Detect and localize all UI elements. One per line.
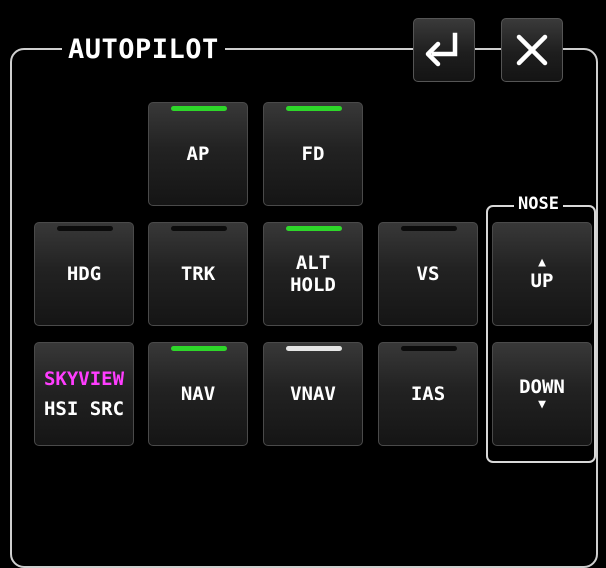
- hdg-button[interactable]: HDG: [34, 222, 134, 326]
- up-arrow-icon: ▲: [538, 255, 546, 270]
- hsi-source-button[interactable]: SKYVIEW HSI SRC: [34, 342, 134, 446]
- fd-active-indicator: [286, 106, 342, 111]
- nose-down-button[interactable]: DOWN ▼: [492, 342, 592, 446]
- nose-up-label: UP: [530, 270, 554, 292]
- down-arrow-icon: ▼: [538, 397, 546, 412]
- nav-active-indicator: [171, 346, 227, 351]
- trk-label: TRK: [180, 263, 216, 285]
- panel-title: AUTOPILOT: [62, 30, 225, 70]
- vs-label: VS: [416, 263, 440, 285]
- vnav-armed-indicator: [286, 346, 342, 351]
- fd-label: FD: [301, 143, 325, 165]
- fd-button[interactable]: FD: [263, 102, 363, 206]
- return-arrow-icon: [424, 30, 464, 70]
- nav-label: NAV: [180, 383, 216, 405]
- vnav-button[interactable]: VNAV: [263, 342, 363, 446]
- nose-down-label: DOWN: [519, 376, 565, 398]
- ias-indicator: [401, 346, 457, 351]
- nose-up-button[interactable]: ▲ UP: [492, 222, 592, 326]
- ias-label: IAS: [410, 383, 446, 405]
- hdg-label: HDG: [66, 263, 102, 285]
- enter-button[interactable]: [413, 18, 475, 82]
- skyview-label: SKYVIEW: [43, 368, 125, 390]
- nav-button[interactable]: NAV: [148, 342, 248, 446]
- alt-hold-active-indicator: [286, 226, 342, 231]
- vs-button[interactable]: VS: [378, 222, 478, 326]
- alt-hold-line2: HOLD: [290, 274, 336, 296]
- trk-indicator: [171, 226, 227, 231]
- hdg-indicator: [57, 226, 113, 231]
- hsi-src-label: HSI SRC: [43, 398, 125, 420]
- alt-hold-line1: ALT: [295, 252, 331, 274]
- ap-button[interactable]: AP: [148, 102, 248, 206]
- ap-active-indicator: [171, 106, 227, 111]
- vnav-label: VNAV: [290, 383, 336, 405]
- nose-group-title: NOSE: [514, 192, 563, 216]
- close-x-icon: [515, 33, 549, 67]
- ap-label: AP: [186, 143, 210, 165]
- trk-button[interactable]: TRK: [148, 222, 248, 326]
- ias-button[interactable]: IAS: [378, 342, 478, 446]
- vs-indicator: [401, 226, 457, 231]
- close-button[interactable]: [501, 18, 563, 82]
- alt-hold-button[interactable]: ALT HOLD: [263, 222, 363, 326]
